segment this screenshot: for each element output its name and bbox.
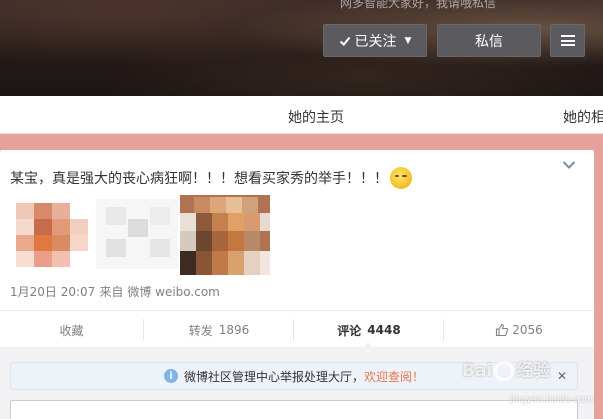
- comment-count: 4448: [367, 323, 401, 337]
- notice-link[interactable]: 欢迎查阅！: [364, 368, 424, 385]
- profile-nav: 她的主页 她的相: [0, 96, 603, 134]
- banner-text: 网多智能大家好，我请哦私信: [340, 0, 497, 10]
- menu-button[interactable]: [550, 24, 585, 57]
- thumbs-up-icon: [496, 323, 509, 337]
- post-via: 来自: [99, 285, 124, 299]
- followed-button[interactable]: 已关注 ▼: [323, 24, 427, 57]
- profile-banner: 网多智能大家好，我请哦私信 已关注 ▼ 私信: [0, 0, 603, 96]
- check-icon: [339, 36, 350, 46]
- tab-album[interactable]: 她的相: [563, 107, 603, 127]
- watermark-brand-end: 经验: [516, 361, 551, 381]
- followed-label: 已关注: [354, 33, 397, 50]
- post-actions: 收藏 转发 1896 评论 4448 2056: [0, 310, 594, 348]
- post-content: 某宝，真是强大的丧心病狂啊！！！想看买家秀的举手！！！: [10, 171, 388, 187]
- caret-down-icon: ▼: [404, 35, 412, 46]
- notice-text: 微博社区管理中心举报处理大厅，: [183, 369, 364, 384]
- like-button[interactable]: 2056: [445, 311, 593, 349]
- hamburger-icon: [560, 35, 575, 46]
- action-divider: [293, 319, 294, 341]
- forward-button[interactable]: 转发 1896: [145, 311, 293, 349]
- post-image-3[interactable]: [180, 195, 270, 275]
- emoji-icon: [390, 167, 412, 189]
- message-label: 私信: [475, 33, 503, 50]
- chevron-down-icon[interactable]: [562, 160, 576, 170]
- action-divider: [143, 319, 144, 341]
- info-icon: i: [163, 369, 178, 383]
- post-image-1[interactable]: [12, 195, 100, 275]
- post-image-2[interactable]: [96, 195, 178, 275]
- favorite-button[interactable]: 收藏: [0, 311, 143, 349]
- tab-home[interactable]: 她的主页: [288, 107, 344, 127]
- post-date[interactable]: 1月20日 20:07: [10, 285, 95, 299]
- message-button[interactable]: 私信: [437, 24, 541, 57]
- post-text: 某宝，真是强大的丧心病狂啊！！！想看买家秀的举手！！！: [10, 167, 412, 189]
- comment-label: 评论: [337, 323, 362, 338]
- post-source[interactable]: 微博 weibo.com: [127, 285, 220, 299]
- comment-input[interactable]: [10, 400, 578, 419]
- post-meta: 1月20日 20:07 来自 微博 weibo.com: [10, 283, 224, 300]
- action-divider: [443, 319, 444, 341]
- paw-icon: [494, 361, 515, 381]
- favorite-label: 收藏: [59, 323, 84, 338]
- watermark-logo: Bai 经验: [462, 356, 550, 381]
- like-count: 2056: [512, 323, 543, 337]
- forward-label: 转发: [188, 323, 213, 338]
- watermark-url: jingyan.baidu.com: [510, 395, 594, 405]
- forward-count: 1896: [218, 323, 250, 337]
- watermark-brand: Bai: [462, 361, 493, 381]
- close-icon[interactable]: ✕: [557, 369, 567, 383]
